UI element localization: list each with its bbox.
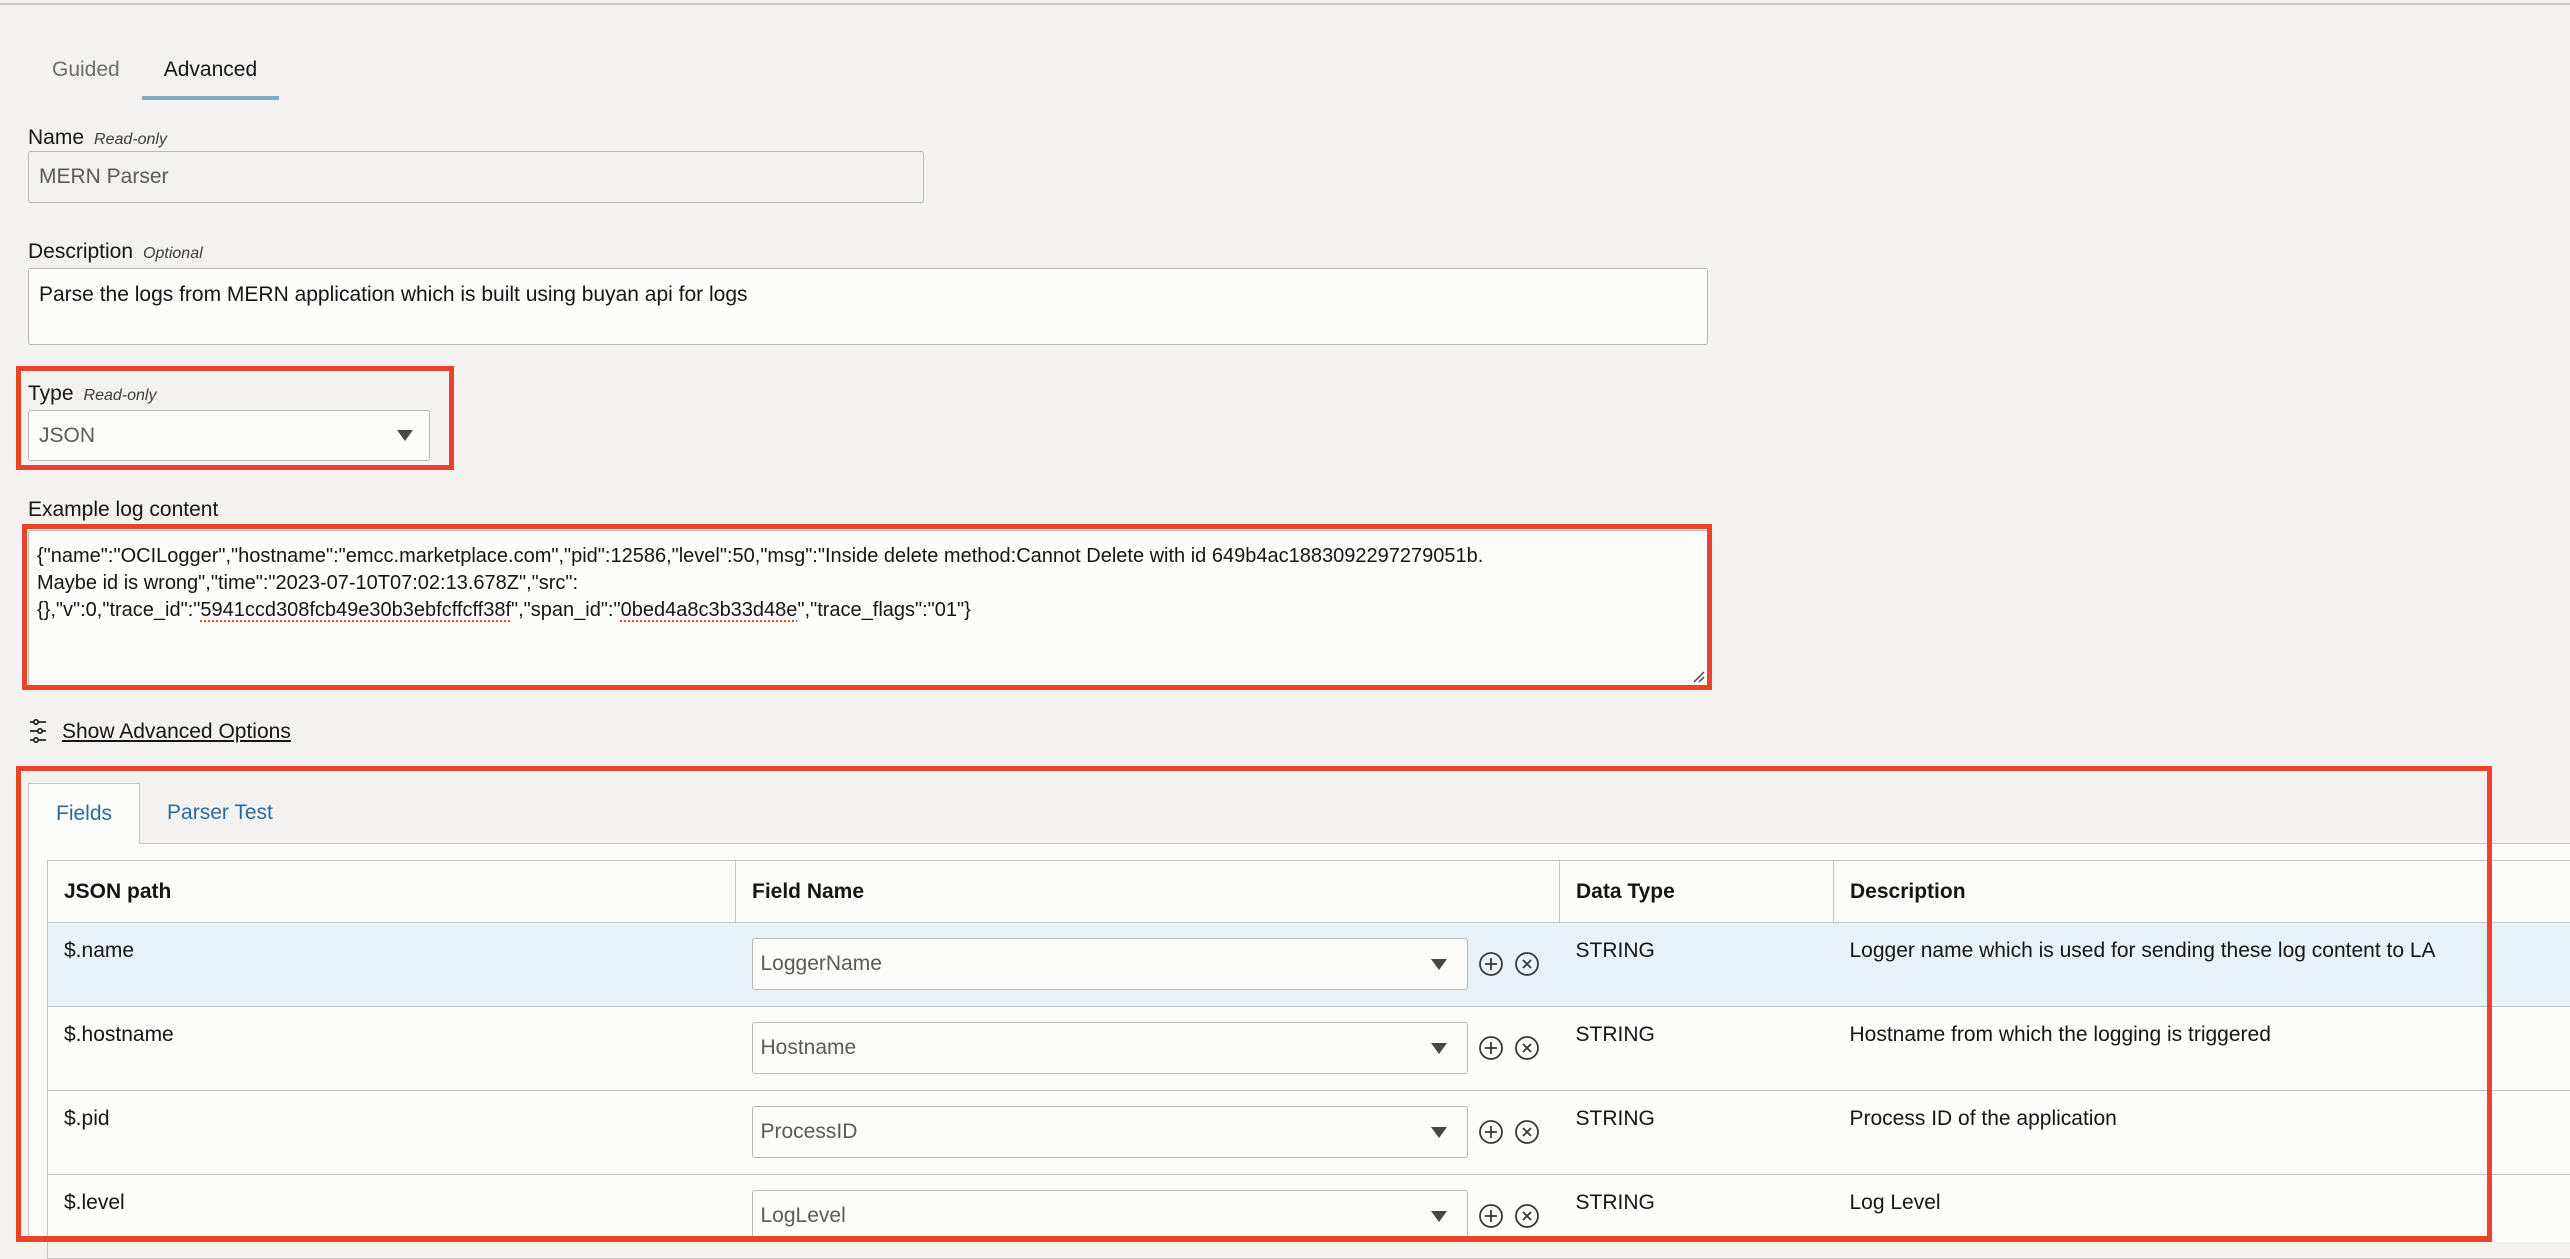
description-value: Parse the logs from MERN application whi… <box>39 283 748 307</box>
table-header-row: JSON path Field Name Data Type Descripti… <box>48 861 2570 923</box>
field-name-value: ProcessID <box>761 1120 858 1144</box>
panel-body: JSON path Field Name Data Type Descripti… <box>28 843 2570 1242</box>
field-name-cell: LoggerName <box>736 923 1560 1007</box>
description-cell: Log Level <box>1834 1175 2570 1259</box>
name-label-row: Name Read-only <box>28 126 167 150</box>
name-label: Name <box>28 126 84 149</box>
name-field[interactable]: MERN Parser <box>28 151 924 203</box>
show-advanced-options-label: Show Advanced Options <box>62 720 291 744</box>
chevron-down-icon <box>1431 1211 1447 1222</box>
type-label: Type <box>28 382 74 405</box>
remove-circle-icon[interactable] <box>1514 1119 1540 1145</box>
description-label: Description <box>28 240 133 263</box>
table-row[interactable]: $.name LoggerName STRING Logger name whi… <box>48 923 2570 1007</box>
description-field[interactable]: Parse the logs from MERN application whi… <box>28 268 1708 345</box>
remove-circle-icon[interactable] <box>1514 951 1540 977</box>
field-name-cell: LogLevel <box>736 1175 1560 1259</box>
data-type-cell: STRING <box>1560 1175 1834 1259</box>
json-path-cell: $.hostname <box>48 1007 736 1091</box>
top-divider <box>0 3 2570 5</box>
add-circle-icon[interactable] <box>1478 1035 1504 1061</box>
add-circle-icon[interactable] <box>1478 1119 1504 1145</box>
mode-tabs: Guided Advanced <box>30 50 279 100</box>
fields-panel: JSON path Field Name Data Type Descripti… <box>20 772 2570 1242</box>
remove-circle-icon[interactable] <box>1514 1035 1540 1061</box>
resize-grip-icon[interactable] <box>1691 669 1705 683</box>
json-path-cell: $.name <box>48 923 736 1007</box>
field-name-value: LoggerName <box>761 952 882 976</box>
description-label-row: Description Optional <box>28 240 203 264</box>
column-header-description[interactable]: Description <box>1834 861 2570 923</box>
example-log-label: Example log content <box>28 498 218 521</box>
column-header-json-path[interactable]: JSON path <box>48 861 736 923</box>
field-name-value: LogLevel <box>761 1204 846 1228</box>
fields-table: JSON path Field Name Data Type Descripti… <box>47 860 2570 1259</box>
tab-fields[interactable]: Fields <box>28 783 140 844</box>
description-cell: Process ID of the application <box>1834 1091 2570 1175</box>
remove-circle-icon[interactable] <box>1514 1203 1540 1229</box>
field-name-select[interactable]: ProcessID <box>752 1106 1468 1158</box>
field-name-cell: Hostname <box>736 1007 1560 1091</box>
name-value: MERN Parser <box>39 165 169 189</box>
name-hint: Read-only <box>94 131 167 148</box>
log-line-3-start: {},"v":0,"trace_id":" <box>37 599 200 621</box>
tab-advanced[interactable]: Advanced <box>142 50 279 100</box>
example-log-textarea[interactable]: {"name":"OCILogger","hostname":"emcc.mar… <box>28 530 1708 686</box>
type-hint: Read-only <box>84 387 157 404</box>
chevron-down-icon <box>1431 1127 1447 1138</box>
chevron-down-icon <box>1431 959 1447 970</box>
type-value: JSON <box>39 424 95 448</box>
field-name-cell: ProcessID <box>736 1091 1560 1175</box>
json-path-cell: $.level <box>48 1175 736 1259</box>
description-cell: Logger name which is used for sending th… <box>1834 923 2570 1007</box>
trace-id-value: 5941ccd308fcb49e30b3ebfcffcff38f <box>200 599 511 621</box>
field-name-select[interactable]: Hostname <box>752 1022 1468 1074</box>
log-line-3-end: ","trace_flags":"01"} <box>797 599 970 621</box>
chevron-down-icon <box>1431 1043 1447 1054</box>
log-line-1: {"name":"OCILogger","hostname":"emcc.mar… <box>37 545 1483 567</box>
example-log-label-row: Example log content <box>28 498 218 522</box>
show-advanced-options-link[interactable]: Show Advanced Options <box>28 718 291 746</box>
description-hint: Optional <box>143 245 203 262</box>
tab-parser-test[interactable]: Parser Test <box>140 783 300 844</box>
field-name-select[interactable]: LoggerName <box>752 938 1468 990</box>
sliders-icon <box>28 718 58 746</box>
data-type-cell: STRING <box>1560 923 1834 1007</box>
chevron-down-icon <box>397 430 413 441</box>
data-type-cell: STRING <box>1560 1007 1834 1091</box>
json-path-cell: $.pid <box>48 1091 736 1175</box>
log-line-2: Maybe id is wrong","time":"2023-07-10T07… <box>37 572 578 594</box>
data-type-cell: STRING <box>1560 1091 1834 1175</box>
log-line-3-mid: ","span_id":" <box>511 599 621 621</box>
column-header-field-name[interactable]: Field Name <box>736 861 1560 923</box>
panel-tabs: Fields Parser Test <box>28 783 300 844</box>
field-name-value: Hostname <box>761 1036 857 1060</box>
type-label-row: Type Read-only <box>28 382 156 406</box>
description-cell: Hostname from which the logging is trigg… <box>1834 1007 2570 1091</box>
field-name-select[interactable]: LogLevel <box>752 1190 1468 1242</box>
add-circle-icon[interactable] <box>1478 951 1504 977</box>
table-row[interactable]: $.pid ProcessID STRING Process ID of the… <box>48 1091 2570 1175</box>
table-row[interactable]: $.level LogLevel STRING Log Level <box>48 1175 2570 1259</box>
column-header-data-type[interactable]: Data Type <box>1560 861 1834 923</box>
add-circle-icon[interactable] <box>1478 1203 1504 1229</box>
tab-guided[interactable]: Guided <box>30 50 142 100</box>
table-row[interactable]: $.hostname Hostname STRING Hostname from… <box>48 1007 2570 1091</box>
span-id-value: 0bed4a8c3b33d48e <box>621 599 798 621</box>
type-select[interactable]: JSON <box>28 410 430 461</box>
